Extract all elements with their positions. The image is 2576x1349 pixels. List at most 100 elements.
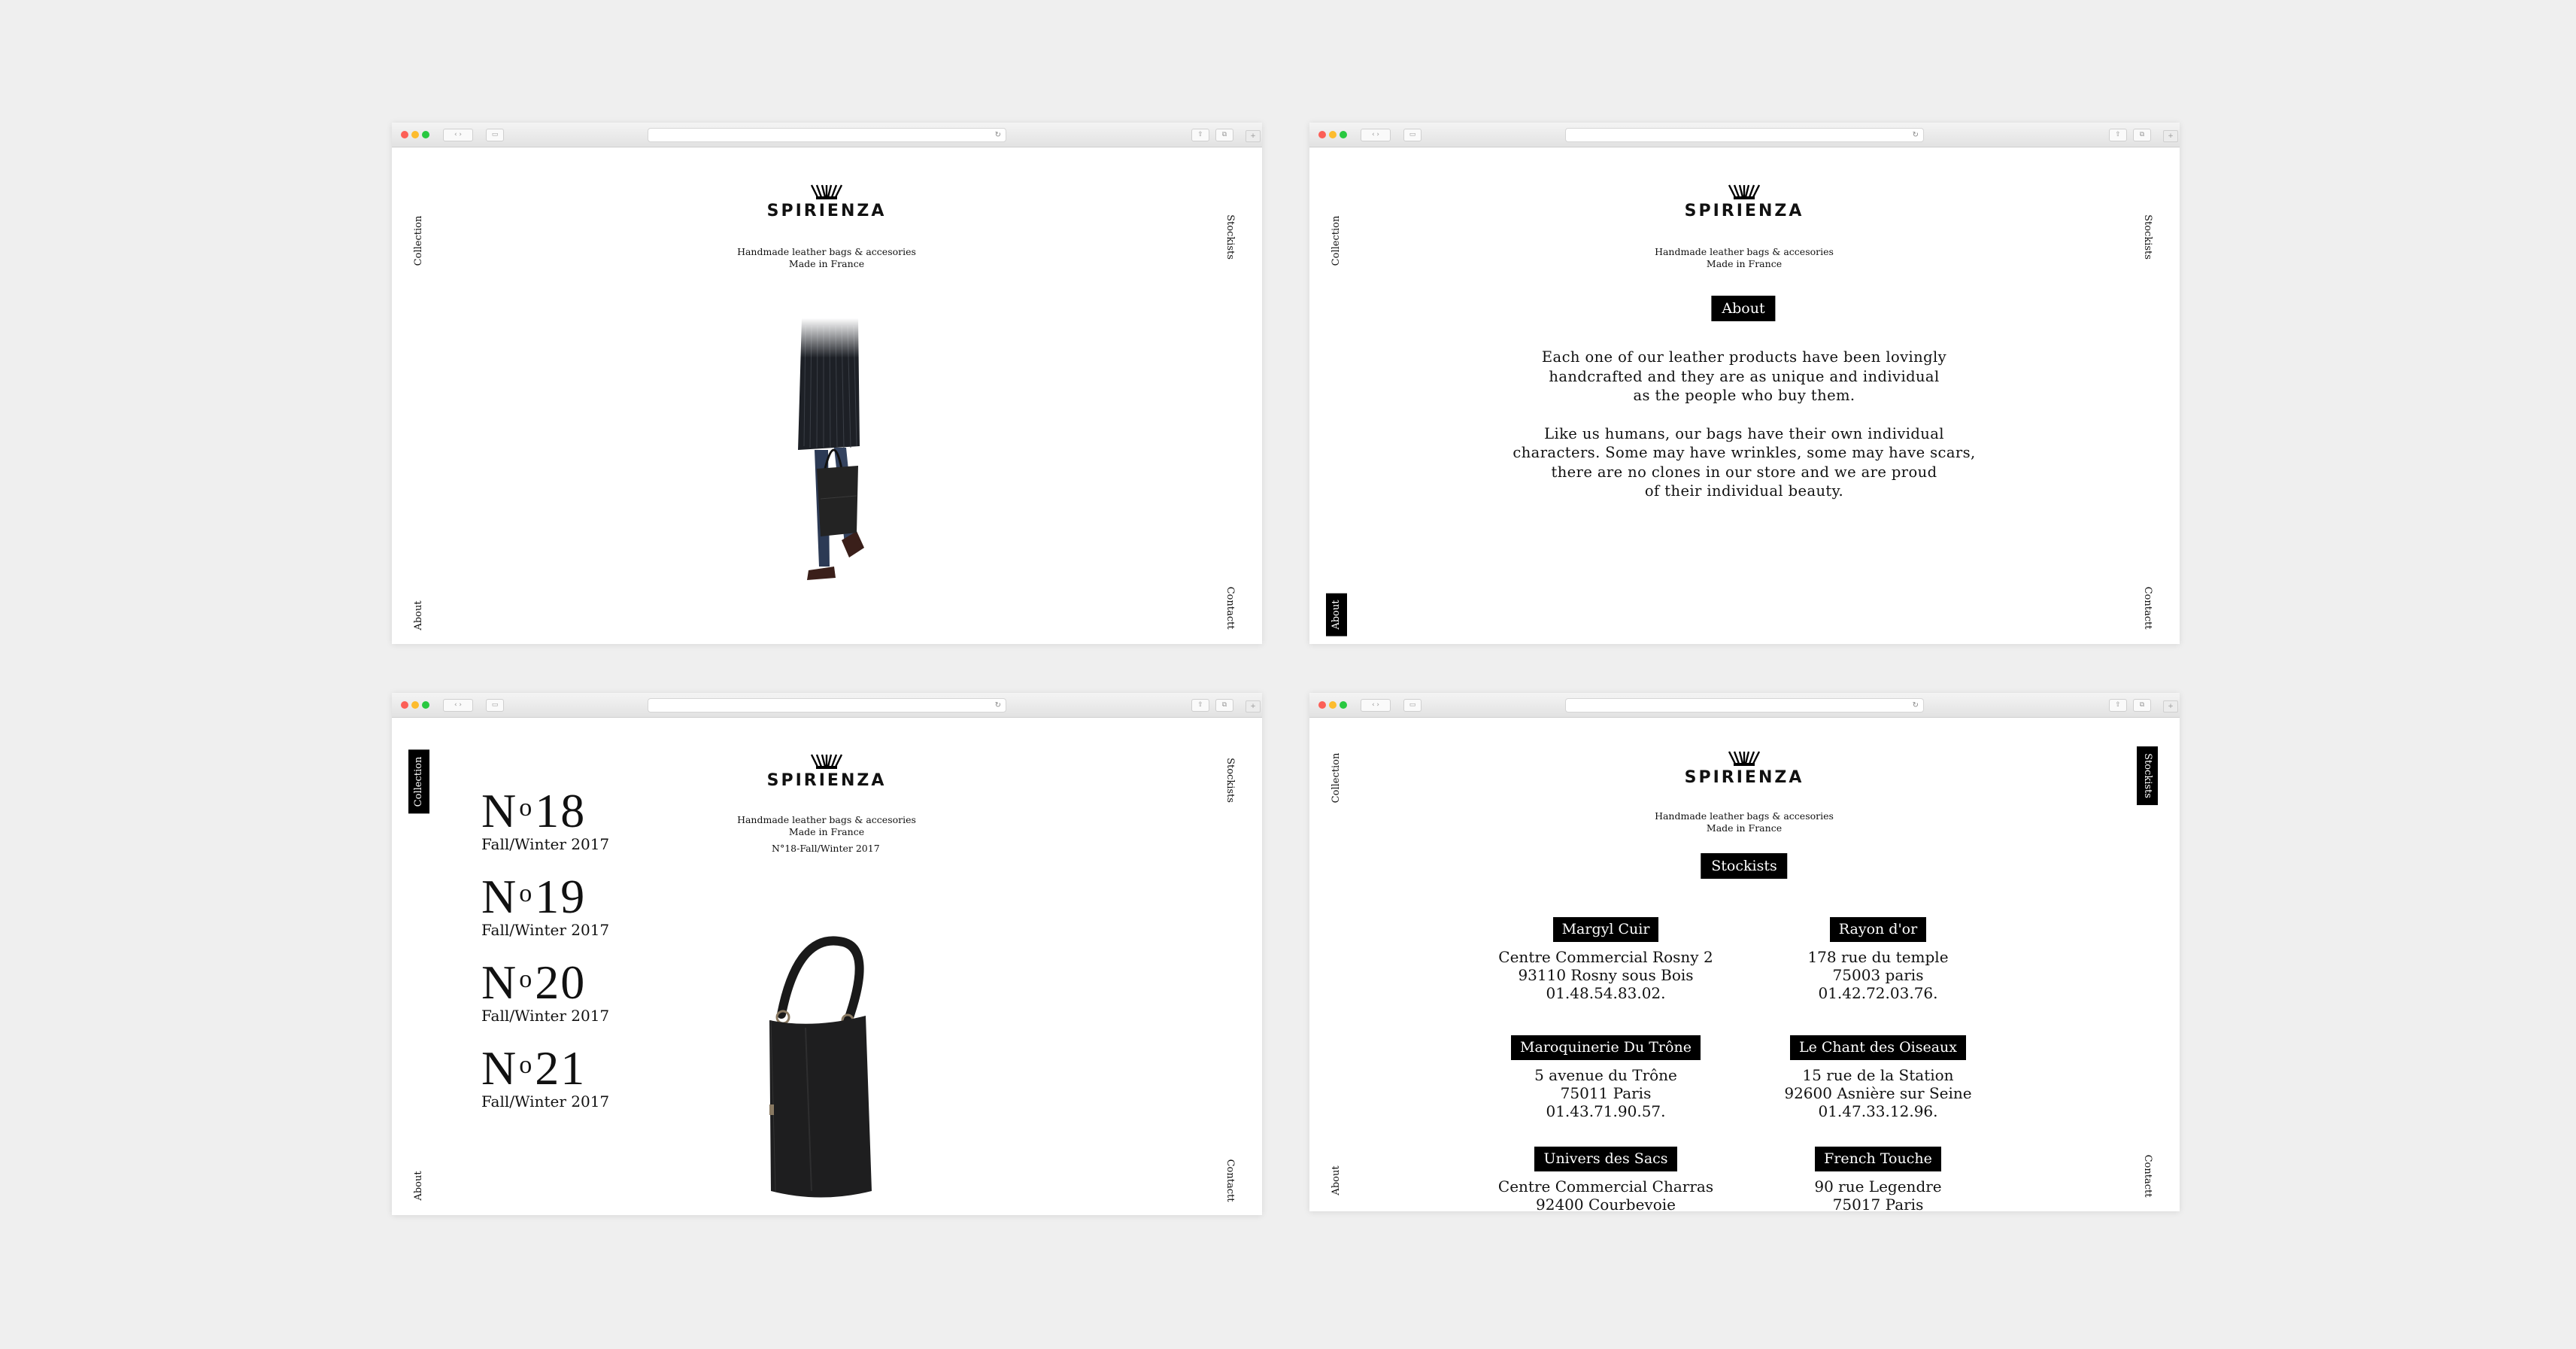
new-tab-button[interactable]: + [1246, 130, 1261, 142]
tabs-icon[interactable]: ⧉ [1215, 129, 1233, 141]
maximize-window-button[interactable] [1340, 701, 1347, 709]
browser-toolbar: ‹ › ▭ ↻ ⇧ ⧉ + [392, 693, 1262, 718]
nav-collection[interactable]: Collection [413, 216, 425, 266]
nav-stockists[interactable]: Stockists [1224, 214, 1236, 260]
nav-collection[interactable]: Collection [1330, 753, 1343, 804]
new-tab-button[interactable]: + [2163, 130, 2178, 142]
nav-stockists-active[interactable]: Stockists [2137, 746, 2158, 805]
stockist-name: Maroquinerie Du Trône [1511, 1035, 1701, 1060]
tabs-icon[interactable]: ⧉ [2133, 699, 2151, 712]
stockist-card: Univers des Sacs Centre Commercial Charr… [1448, 1147, 1764, 1212]
share-icon[interactable]: ⇧ [1191, 699, 1209, 712]
crown-icon [1728, 751, 1761, 766]
reload-icon[interactable]: ↻ [1913, 129, 1919, 141]
nav-contact[interactable]: Contactt [2141, 1155, 2153, 1198]
minimize-window-button[interactable] [1329, 701, 1337, 709]
brand-logo[interactable]: SPIRIENZA [714, 753, 939, 790]
share-icon[interactable]: ⇧ [2109, 699, 2127, 712]
back-forward-buttons[interactable]: ‹ › [1361, 129, 1391, 141]
sidebar-icon[interactable]: ▭ [486, 129, 504, 141]
nav-stockists[interactable]: Stockists [1224, 758, 1236, 803]
nav-about-active[interactable]: About [1326, 593, 1347, 637]
close-window-button[interactable] [401, 701, 408, 709]
nav-contact[interactable]: Contactt [1224, 587, 1236, 630]
stockist-name: Rayon d'or [1829, 917, 1927, 942]
maximize-window-button[interactable] [1340, 131, 1347, 138]
nav-contact[interactable]: Contactt [1224, 1159, 1236, 1202]
crown-icon [810, 754, 843, 769]
about-paragraph-2: Like us humans, our bags have their own … [1513, 424, 1976, 500]
model-with-bag-image [745, 318, 911, 580]
tabs-icon[interactable]: ⧉ [2133, 129, 2151, 141]
share-icon[interactable]: ⇧ [1191, 129, 1209, 141]
browser-window-collection: ‹ › ▭ ↻ ⇧ ⧉ + Collection Stockists About… [392, 693, 1262, 1215]
nav-about[interactable]: About [1330, 1165, 1343, 1195]
minimize-window-button[interactable] [1329, 131, 1337, 138]
collection-item[interactable]: No20 Fall/Winter 2017 [481, 959, 609, 1025]
browser-toolbar: ‹ › ▭ ↻ ⇧ ⧉ + [1309, 693, 2180, 718]
new-tab-button[interactable]: + [2163, 700, 2178, 712]
brand-logo[interactable]: SPIRIENZA [714, 184, 939, 220]
close-window-button[interactable] [1318, 131, 1326, 138]
browser-toolbar: ‹ › ▭ ↻ ⇧ ⧉ + [1309, 123, 2180, 147]
brand-tagline: Handmade leather bags & accesories Made … [1655, 810, 1834, 834]
collection-item[interactable]: No18 Fall/Winter 2017 [481, 787, 609, 854]
share-icon[interactable]: ⇧ [2109, 129, 2127, 141]
back-forward-buttons[interactable]: ‹ › [1361, 699, 1391, 712]
browser-toolbar: ‹ › ▭ ↻ ⇧ ⧉ + [392, 123, 1262, 147]
nav-collection-active[interactable]: Collection [408, 749, 429, 814]
about-heading: About [1711, 296, 1776, 321]
sidebar-icon[interactable]: ▭ [486, 699, 504, 712]
minimize-window-button[interactable] [411, 701, 419, 709]
current-collection-label: N°18-Fall/Winter 2017 [772, 843, 880, 854]
crown-icon [1728, 184, 1761, 199]
brand-name: SPIRIENZA [766, 771, 887, 790]
reload-icon[interactable]: ↻ [995, 129, 1001, 141]
address-bar[interactable]: ↻ [1565, 128, 1924, 142]
stockist-card: Rayon d'or 178 rue du temple 75003 paris… [1720, 917, 2036, 1002]
brand-name: SPIRIENZA [1684, 202, 1804, 220]
address-bar[interactable]: ↻ [1565, 698, 1924, 712]
reload-icon[interactable]: ↻ [995, 699, 1001, 712]
nav-stockists[interactable]: Stockists [2141, 214, 2153, 260]
back-forward-buttons[interactable]: ‹ › [443, 129, 473, 141]
close-window-button[interactable] [401, 131, 408, 138]
nav-about[interactable]: About [413, 600, 425, 630]
crown-icon [810, 184, 843, 199]
close-window-button[interactable] [1318, 701, 1326, 709]
brand-name: SPIRIENZA [1684, 768, 1804, 787]
minimize-window-button[interactable] [411, 131, 419, 138]
stockist-name: French Touche [1815, 1147, 1941, 1171]
back-forward-buttons[interactable]: ‹ › [443, 699, 473, 712]
brand-tagline: Handmade leather bags & accesories Made … [1655, 246, 1834, 269]
collection-item[interactable]: No19 Fall/Winter 2017 [481, 873, 609, 940]
address-bar[interactable]: ↻ [648, 128, 1006, 142]
tabs-icon[interactable]: ⧉ [1215, 699, 1233, 712]
brand-logo[interactable]: SPIRIENZA [1631, 750, 1857, 787]
nav-contact[interactable]: Contactt [2141, 587, 2153, 630]
bag-product-image [769, 936, 872, 1198]
stockist-name: Margyl Cuir [1552, 917, 1659, 942]
brand-tagline: Handmade leather bags & accesories Made … [737, 246, 916, 269]
nav-collection[interactable]: Collection [1330, 216, 1343, 266]
sidebar-icon[interactable]: ▭ [1403, 129, 1422, 141]
brand-logo[interactable]: SPIRIENZA [1631, 184, 1857, 220]
new-tab-button[interactable]: + [1246, 700, 1261, 712]
stockists-heading: Stockists [1701, 853, 1788, 879]
collection-item[interactable]: No21 Fall/Winter 2017 [481, 1044, 609, 1111]
stockist-name: Le Chant des Oiseaux [1789, 1035, 1967, 1060]
reload-icon[interactable]: ↻ [1913, 699, 1919, 712]
stockist-card: Margyl Cuir Centre Commercial Rosny 2 93… [1448, 917, 1764, 1002]
browser-window-about: ‹ › ▭ ↻ ⇧ ⧉ + Collection Stockists About… [1309, 123, 2180, 644]
browser-window-home: ‹ › ▭ ↻ ⇧ ⧉ + Collection Stockists About… [392, 123, 1262, 644]
about-paragraph-1: Each one of our leather products have be… [1541, 348, 1947, 404]
nav-about[interactable]: About [413, 1171, 425, 1200]
sidebar-icon[interactable]: ▭ [1403, 699, 1422, 712]
maximize-window-button[interactable] [422, 131, 429, 138]
brand-tagline: Handmade leather bags & accesories Made … [737, 814, 916, 837]
browser-window-stockists: ‹ › ▭ ↻ ⇧ ⧉ + Collection Stockists About… [1309, 693, 2180, 1212]
address-bar[interactable]: ↻ [648, 698, 1006, 712]
maximize-window-button[interactable] [422, 701, 429, 709]
brand-name: SPIRIENZA [766, 202, 887, 220]
stockist-card: Le Chant des Oiseaux 15 rue de la Statio… [1720, 1035, 2036, 1120]
